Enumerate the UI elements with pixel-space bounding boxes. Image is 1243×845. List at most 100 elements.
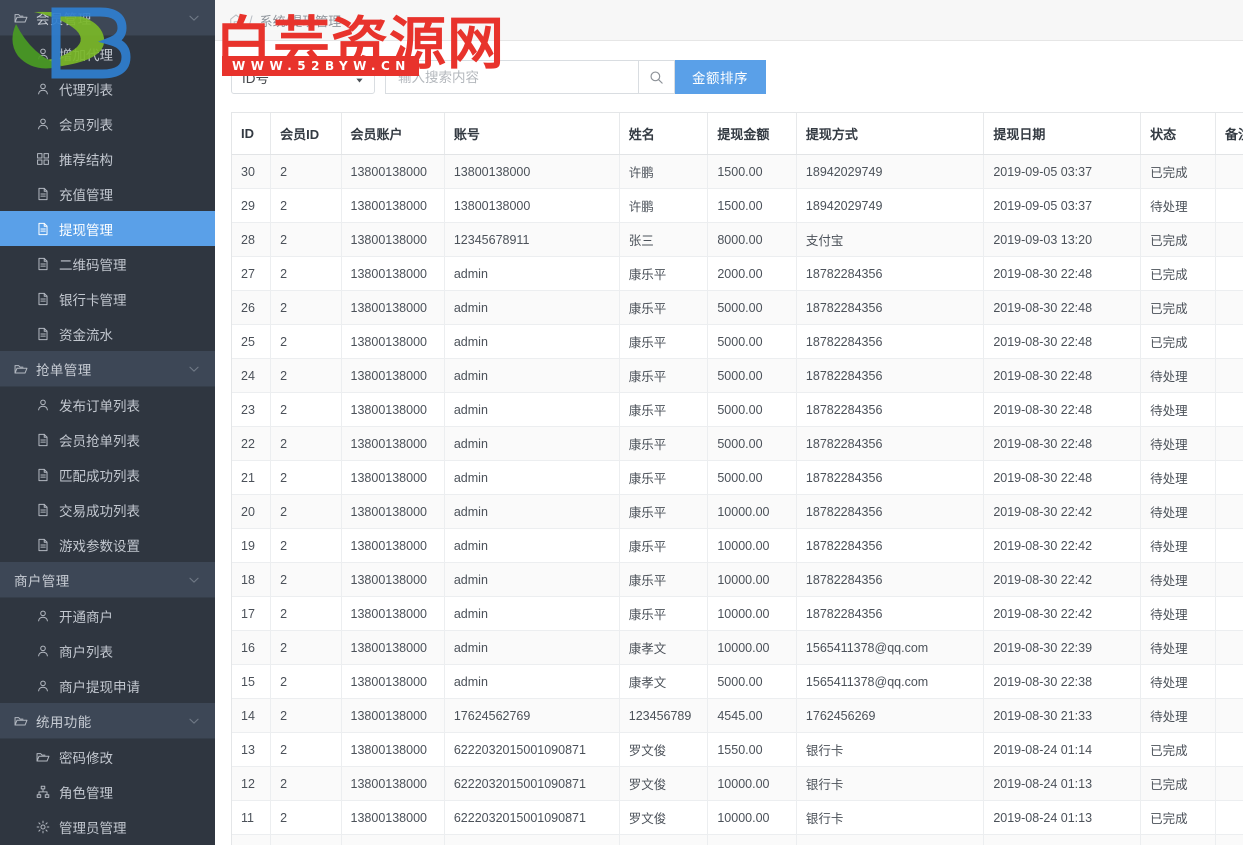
table-row[interactable]: 17 2 13800138000 admin 康乐平 10000.00 1878228435… [232,596,1243,631]
sidebar-item-0-6[interactable]: 二维码管理 [0,246,215,281]
cell-method: 18782284356 [796,256,985,291]
sidebar-item-0-1[interactable]: 代理列表 [0,71,215,106]
nav-group-3[interactable]: 统用功能 [0,703,215,739]
sidebar-item-2-0[interactable]: 开通商户 [0,598,215,633]
cell-date: 2019-09-03 13:20 [983,222,1142,257]
nav-group-2[interactable]: 商户管理 [0,562,215,598]
table-row[interactable]: 19 2 13800138000 admin 康乐平 10000.00 1878228435… [232,528,1243,563]
cell-name: 罗文俊 [619,766,709,801]
cell-method: 18782284356 [796,290,985,325]
withdraw-table: ID会员ID会员账户账号姓名提现金额提现方式提现日期状态备注操作 3021380… [232,113,1243,845]
user-icon [34,82,52,96]
cell-account: 6222032015001090871 [444,800,620,835]
table-row[interactable]: 11 2 13800138000 6222032015001090871 罗文俊 1000… [232,800,1243,835]
cell-status: 已完成 [1140,732,1217,767]
search-button[interactable] [638,60,675,94]
sidebar-item-label: 游戏参数设置 [59,538,140,554]
table-row[interactable]: 23 2 13800138000 admin 康乐平 5000.00 18782284356… [232,392,1243,427]
cell-member_id: 2 [270,834,342,845]
table-row[interactable]: 18 2 13800138000 admin 康乐平 10000.00 1878228435… [232,562,1243,597]
cell-member_id: 2 [270,426,342,461]
cell-note [1215,698,1243,733]
cell-name: 许鹏 [619,154,709,189]
table-row[interactable]: 26 2 13800138000 admin 康乐平 5000.00 18782284356… [232,290,1243,325]
sidebar-item-1-0[interactable]: 发布订单列表 [0,387,215,422]
cell-member_id: 2 [270,392,342,427]
table-row[interactable]: 28 2 13800138000 12345678911 张三 8000.00 支付宝 201… [232,222,1243,257]
chevron-down-icon[interactable] [187,362,201,376]
cell-amount: 10000.00 [707,596,797,631]
cell-member_id: 2 [270,188,342,223]
search-input[interactable] [396,68,628,86]
sidebar-item-0-7[interactable]: 银行卡管理 [0,281,215,316]
table-row[interactable]: 24 2 13800138000 admin 康乐平 5000.00 18782284356… [232,358,1243,393]
table-row[interactable]: 21 2 13800138000 admin 康乐平 5000.00 18782284356… [232,460,1243,495]
cell-note [1215,630,1243,665]
sidebar-item-1-2[interactable]: 匹配成功列表 [0,457,215,492]
table-row[interactable]: 14 2 13800138000 17624562769 123456789 4545.0… [232,698,1243,733]
cell-id: 14 [232,698,272,733]
sidebar-item-label: 商户列表 [59,644,113,660]
cell-name: 康乐平 [619,256,709,291]
table-row[interactable]: 30 2 13800138000 13800138000 许鹏 1500.00 189420… [232,154,1243,189]
cell-amount: 5000.00 [707,392,797,427]
sidebar-item-0-8[interactable]: 资金流水 [0,316,215,351]
cell-id: 20 [232,494,272,529]
cell-amount: 1500.00 [707,154,797,189]
sidebar-item-3-0[interactable]: 密码修改 [0,739,215,774]
nav-group-1[interactable]: 抢单管理 [0,351,215,387]
table-row[interactable]: 12 2 13800138000 6222032015001090871 罗文俊 1000… [232,766,1243,801]
filter-select[interactable]: ID号 [231,60,375,94]
sidebar-item-1-3[interactable]: 交易成功列表 [0,492,215,527]
table-row[interactable]: 102138001380006222032015001090871罗文俊1000… [232,834,1243,845]
sidebar: 会员管理 增加代理 代理列表 会员列表 推荐结构 充值管理 提现管理 二维码管理 银行卡管理 资金… [0,0,215,845]
cell-member_account: 13800138000 [341,494,445,529]
table-col-header-8: 状态 [1140,113,1217,155]
table-row[interactable]: 20 2 13800138000 admin 康乐平 10000.00 1878228435… [232,494,1243,529]
cell-note [1215,222,1243,257]
file-icon [34,468,52,482]
cell-member_id: 2 [270,222,342,257]
cell-member_account: 13800138000 [341,766,445,801]
table-row[interactable]: 15 2 13800138000 admin 康孝文 5000.00 1565411378@… [232,664,1243,699]
cell-amount: 4545.00 [707,698,797,733]
cell-account: admin [444,426,620,461]
sidebar-item-0-3[interactable]: 推荐结构 [0,141,215,176]
cell-account: admin [444,358,620,393]
cell-date: 2019-08-30 22:42 [983,494,1142,529]
table-row[interactable]: 13 2 13800138000 6222032015001090871 罗文俊 1550… [232,732,1243,767]
folder-icon [12,714,29,728]
sidebar-item-0-2[interactable]: 会员列表 [0,106,215,141]
cell-account: admin [444,562,620,597]
cell-amount: 5000.00 [707,426,797,461]
sidebar-item-3-1[interactable]: 角色管理 [0,774,215,809]
cell-status: 已完成 [1140,154,1217,189]
cell-name: 123456789 [619,698,709,733]
sidebar-item-3-2[interactable]: 管理员管理 [0,809,215,844]
cell-status: 待处理 [1140,392,1217,427]
cell-account: 13800138000 [444,188,620,223]
table-row[interactable]: 25 2 13800138000 admin 康乐平 5000.00 18782284356… [232,324,1243,359]
home-icon[interactable] [229,13,243,27]
sidebar-item-2-2[interactable]: 商户提现申请 [0,668,215,703]
grid-icon [34,152,52,166]
table-row[interactable]: 27 2 13800138000 admin 康乐平 2000.00 18782284356… [232,256,1243,291]
sidebar-item-1-4[interactable]: 游戏参数设置 [0,527,215,562]
sidebar-item-2-1[interactable]: 商户列表 [0,633,215,668]
table-row[interactable]: 29 2 13800138000 13800138000 许鹏 1500.00 189420… [232,188,1243,223]
sidebar-item-0-5[interactable]: 提现管理 [0,211,215,246]
filter-select-value: ID号 [242,71,269,86]
sidebar-item-0-4[interactable]: 充值管理 [0,176,215,211]
table-row[interactable]: 16 2 13800138000 admin 康孝文 10000.00 1565411378… [232,630,1243,665]
chevron-down-icon[interactable] [187,11,201,25]
sort-by-amount-button[interactable]: 金额排序 [675,60,766,94]
table-row[interactable]: 22 2 13800138000 admin 康乐平 5000.00 18782284356… [232,426,1243,461]
chevron-down-icon[interactable] [187,573,201,587]
sidebar-item-1-1[interactable]: 会员抢单列表 [0,422,215,457]
nav-group-0[interactable]: 会员管理 [0,0,215,36]
chevron-down-icon[interactable] [187,714,201,728]
sidebar-item-0-0[interactable]: 增加代理 [0,36,215,71]
cell-status: 已完成 [1140,290,1217,325]
table-col-header-1: 会员ID [270,113,342,155]
cell-name: 康乐平 [619,460,709,495]
